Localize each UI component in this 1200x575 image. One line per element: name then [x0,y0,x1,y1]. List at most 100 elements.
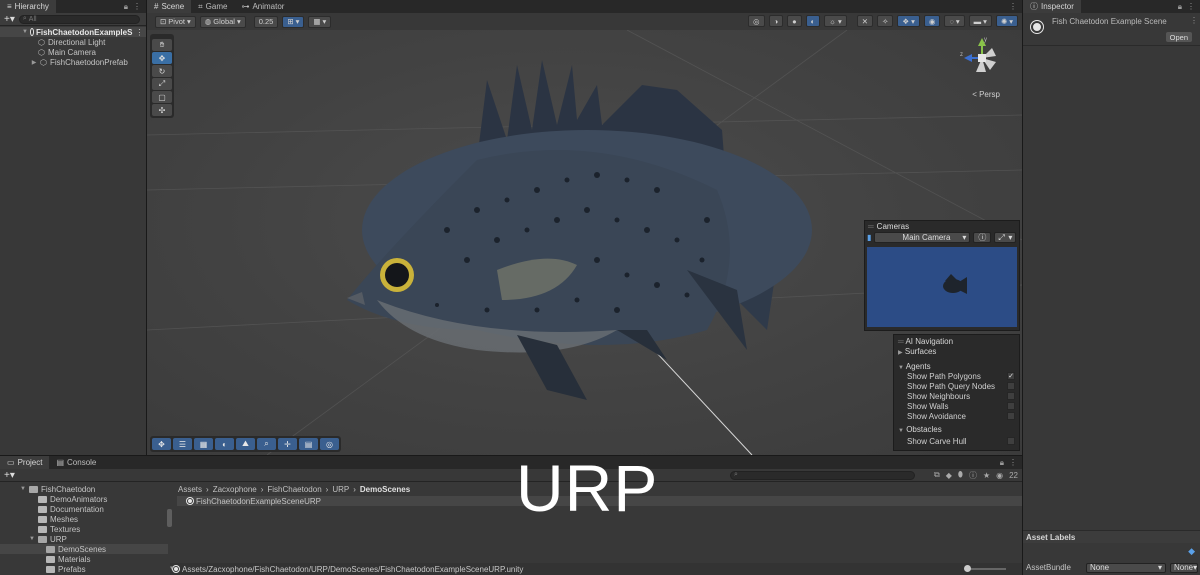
show-avoidance-row[interactable]: Show Avoidance [898,411,1015,421]
saved-search-icon[interactable]: ⬮ [958,470,963,480]
navmesh-agent-icon[interactable]: ⛰ [236,438,255,450]
folder-item-materials[interactable]: Materials [46,554,90,564]
pivot-toggle[interactable]: ⊡ Pivot ▾ [155,15,196,28]
hierarchy-item-main-camera[interactable]: ⬡ Main Camera [38,47,96,57]
ai-nav-surfaces-foldout[interactable]: ▶ Surfaces [898,346,1015,356]
more-menu-icon[interactable]: ⋮ [135,28,143,37]
lock-icon[interactable]: 🔒︎ [124,2,128,12]
more-menu-icon[interactable]: ⋮ [1009,2,1017,11]
breadcrumb-item[interactable]: Assets [178,485,202,494]
folder-item-urp[interactable]: ▼ URP [29,534,67,544]
perspective-label[interactable]: < Persp [972,90,1000,99]
tab-hierarchy[interactable]: ≡ Hierarchy [0,0,56,13]
global-toggle[interactable]: ◍ Global ▾ [199,15,246,28]
show-carve-hull-checkbox[interactable] [1007,437,1015,445]
folder-tree-scrollbar[interactable] [167,509,172,527]
folder-item-meshes[interactable]: Meshes [38,514,78,524]
navmesh-list-icon[interactable]: ☰ [173,438,192,450]
more-menu-icon[interactable]: ⋮ [133,2,141,11]
project-search-input[interactable]: ⌕ [730,470,915,480]
move-tool-icon[interactable]: ✥ [152,52,172,64]
search-by-type-icon[interactable]: ⧉ [934,470,940,480]
navmesh-cross-icon[interactable]: ✛ [278,438,297,450]
show-walls-checkbox[interactable] [1007,402,1015,410]
rect-tool-icon[interactable]: ▢ [152,91,172,103]
show-path-polygons-row[interactable]: Show Path Polygons ✓ [898,371,1015,381]
folder-item-demoscenes[interactable]: DemoScenes [0,544,168,554]
scene-viewport[interactable]: ✋︎ ✥ ↻ ⤢ ▢ ✣ ✥ ☰ ▦ ◐ ⛰ ⌕ ✛ ▤ ◎ y z < Per… [147,30,1022,455]
camera-settings-button[interactable]: ◌ ▾ [944,15,965,27]
asset-variant-select[interactable]: None ▾ [1170,562,1198,573]
more-menu-icon[interactable]: ⋮ [1009,458,1017,467]
navmesh-moon-icon[interactable]: ◐ [215,438,234,450]
hierarchy-item-fish-prefab[interactable]: ▶ ⬡ FishChaetodonPrefab [31,57,128,67]
lit-button[interactable]: ◐ [805,15,821,27]
camera-info-button[interactable]: ⓘ [973,232,992,243]
gizmos-button[interactable]: ✺ ▾ [995,15,1018,27]
navmesh-grid-icon[interactable]: ▦ [194,438,213,450]
show-neighbours-checkbox[interactable] [1007,392,1015,400]
effects-button[interactable]: ☼ ▾ [824,15,847,27]
open-button[interactable]: Open [1165,32,1192,42]
hierarchy-search-input[interactable]: ⌕ All [18,14,140,24]
tab-console[interactable]: ▤ Console [49,456,103,469]
show-neighbours-row[interactable]: Show Neighbours [898,391,1015,401]
ai-nav-obstacles-foldout[interactable]: ▼ Obstacles [898,424,1015,434]
tab-animator[interactable]: ⊶ Animator [234,0,291,13]
favorite-star-icon[interactable]: ★ [983,471,990,480]
camera-select[interactable]: Main Camera ▾ [874,232,971,243]
show-path-polygons-checkbox[interactable]: ✓ [1007,372,1015,380]
tab-project[interactable]: ▭ Project [0,456,50,469]
scene-visibility-toggle[interactable]: ◉ [923,15,941,27]
camera-overlay-size-button[interactable]: ⤢ ▾ [994,232,1017,243]
expand-arrow-icon[interactable]: ▼ [20,486,26,492]
show-carve-hull-row[interactable]: Show Carve Hull [898,436,1015,446]
show-path-query-nodes-row[interactable]: Show Path Query Nodes [898,381,1015,391]
expand-arrow-icon[interactable]: ▼ [22,29,28,35]
shaded-button[interactable]: ● [787,15,802,27]
folder-item-demoanimators[interactable]: DemoAnimators [38,494,107,504]
hierarchy-item-scene[interactable]: ▼ FishChaetodonExampleS ⋮ [0,27,146,37]
chevron-down-icon[interactable]: ▾ [170,564,174,572]
breadcrumb-item[interactable]: Zacxophone [213,485,257,494]
expand-arrow-icon[interactable]: ▶ [31,59,37,66]
navmesh-stack-icon[interactable]: ▤ [299,438,318,450]
orientation-gizmo[interactable]: y z [960,36,1004,80]
transform-tool-icon[interactable]: ✣ [152,104,172,116]
folder-item-prefabs[interactable]: Prefabs [46,564,86,574]
navmesh-move-icon[interactable]: ✥ [152,438,171,450]
label-tag-icon[interactable]: ◆ [1188,546,1195,557]
search-by-label-icon[interactable]: ◆ [946,471,952,480]
scene-lighting-toggle[interactable]: ✧ [877,15,894,27]
expand-arrow-icon[interactable]: ▼ [29,536,35,542]
2d-toggle[interactable]: ✕ [856,15,874,27]
overdraw-button[interactable]: ◑ [768,15,784,27]
navmesh-compass-icon[interactable]: ◎ [320,438,339,450]
lock-icon[interactable]: 🔒︎ [1000,458,1004,468]
slider-handle[interactable] [964,565,971,572]
grip-icon[interactable]: ═ [868,222,874,231]
rotate-tool-icon[interactable]: ↻ [152,65,172,77]
asset-bundle-select[interactable]: None ▾ [1086,562,1166,573]
grid-visibility-toggle[interactable]: ▦ ▾ [308,15,332,28]
icon-size-slider[interactable] [964,565,1006,572]
folder-item-textures[interactable]: Textures [38,524,80,534]
hand-tool-icon[interactable]: ✋︎ [152,39,172,51]
more-menu-icon[interactable]: ⋮ [1187,2,1195,11]
add-icon[interactable]: +▾ [4,470,15,481]
add-icon[interactable]: +▾ [4,14,15,25]
info-icon[interactable]: ⓘ [969,470,977,481]
scale-tool-icon[interactable]: ⤢ [152,78,172,90]
tab-scene[interactable]: # Scene [147,0,192,13]
breadcrumb-item-current[interactable]: DemoScenes [360,485,410,494]
tab-inspector[interactable]: ⓘ Inspector [1023,0,1081,13]
folder-item-fishchaetodon[interactable]: ▼ FishChaetodon [20,484,95,494]
folder-item-documentation[interactable]: Documentation [38,504,104,514]
breadcrumb-item[interactable]: URP [332,485,349,494]
scene-fx-toggle[interactable]: ❖ ▾ [897,15,920,27]
navmesh-search-icon[interactable]: ⌕ [257,438,276,450]
show-walls-row[interactable]: Show Walls [898,401,1015,411]
hierarchy-item-directional-light[interactable]: ⬡ Directional Light [38,37,105,47]
breadcrumb-item[interactable]: FishChaetodon [267,485,321,494]
asset-labels-header[interactable]: Asset Labels [1023,530,1200,543]
